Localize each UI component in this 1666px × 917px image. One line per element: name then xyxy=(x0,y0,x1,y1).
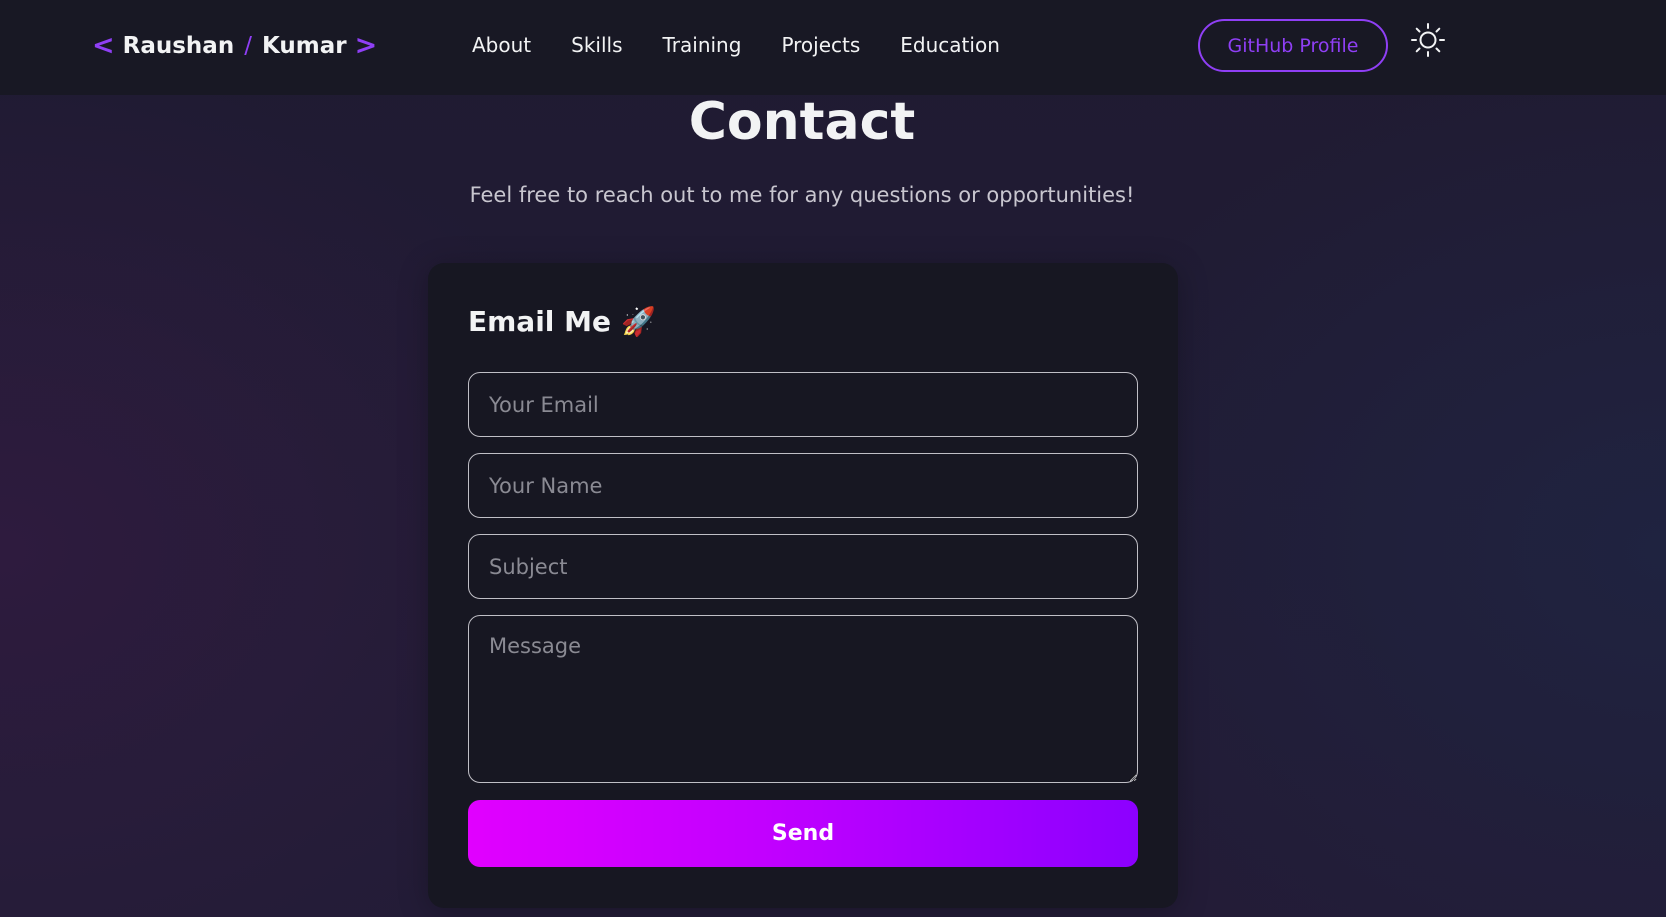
logo-separator: / xyxy=(244,32,252,59)
name-input[interactable] xyxy=(468,453,1138,518)
rocket-icon: 🚀 xyxy=(621,305,656,338)
email-form-card: Email Me 🚀 Send xyxy=(428,263,1178,908)
navbar: < Raushan / Kumar > About Skills Trainin… xyxy=(0,0,1666,95)
contact-subtitle: Feel free to reach out to me for any que… xyxy=(469,183,1135,207)
nav-link-education[interactable]: Education xyxy=(900,33,1000,57)
logo-bracket-right: > xyxy=(354,30,378,61)
github-profile-button[interactable]: GitHub Profile xyxy=(1198,19,1388,72)
theme-toggle-button[interactable] xyxy=(1410,22,1446,58)
contact-title: Contact xyxy=(688,92,916,152)
email-form-title: Email Me 🚀 xyxy=(468,305,656,338)
nav-link-skills[interactable]: Skills xyxy=(571,33,622,57)
subject-input[interactable] xyxy=(468,534,1138,599)
email-form-title-text: Email Me xyxy=(468,305,611,338)
nav-link-training[interactable]: Training xyxy=(663,33,742,57)
sun-icon xyxy=(1411,23,1445,57)
nav-link-about[interactable]: About xyxy=(472,33,531,57)
send-button[interactable]: Send xyxy=(468,800,1138,867)
logo-first-name: Raushan xyxy=(122,32,235,59)
email-input[interactable] xyxy=(468,372,1138,437)
message-textarea[interactable] xyxy=(468,615,1138,783)
nav-links: About Skills Training Projects Education xyxy=(472,33,1000,57)
logo-last-name: Kumar xyxy=(261,32,347,59)
logo-bracket-left: < xyxy=(92,30,115,61)
logo[interactable]: < Raushan / Kumar > xyxy=(92,30,377,61)
nav-link-projects[interactable]: Projects xyxy=(781,33,860,57)
